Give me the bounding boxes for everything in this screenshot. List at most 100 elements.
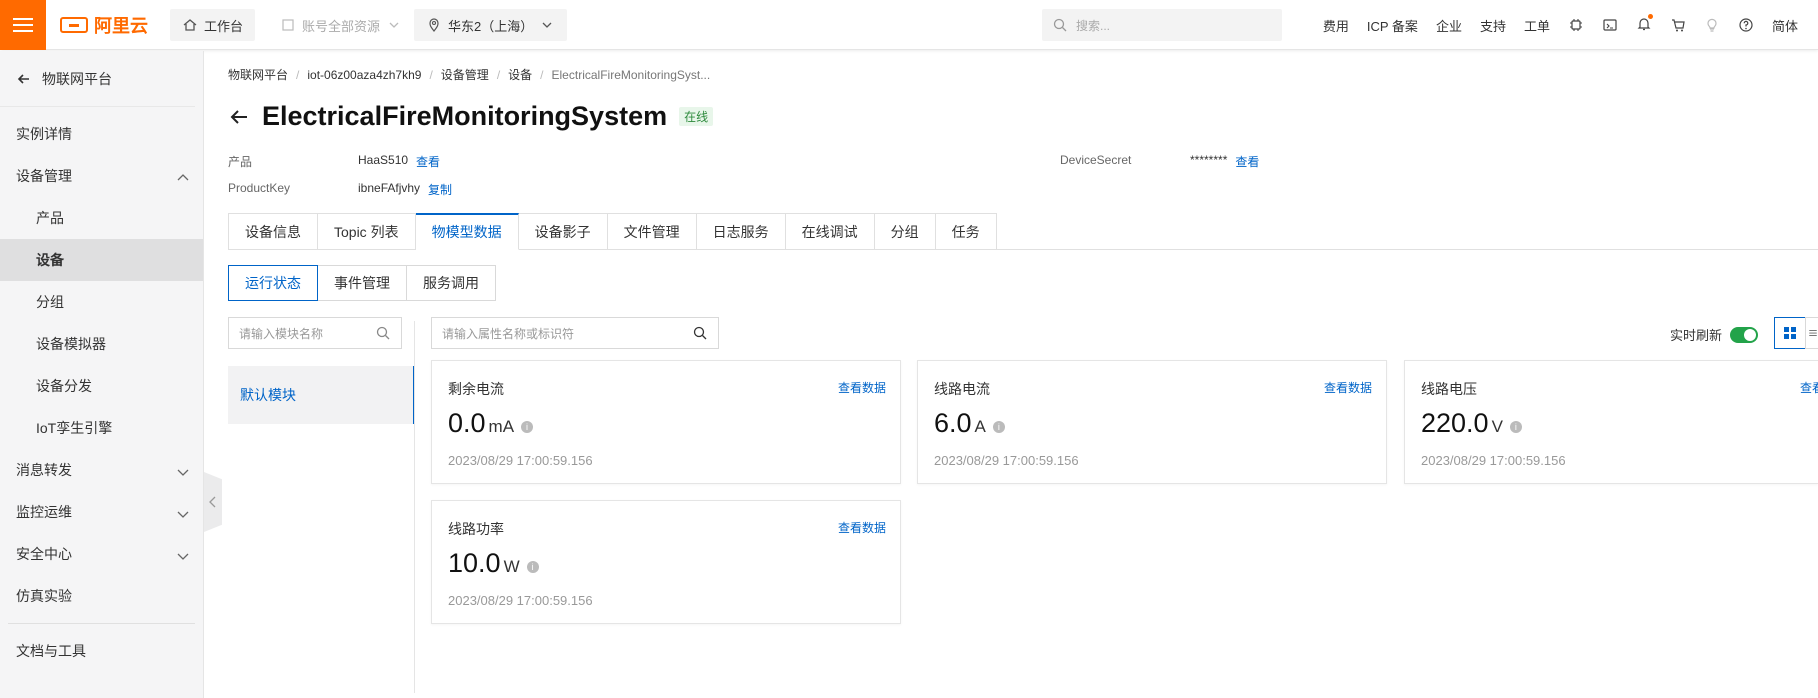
support-link[interactable]: 支持: [1480, 16, 1506, 35]
tab-group[interactable]: 分组: [874, 213, 936, 250]
sidebar-item-device-distribution[interactable]: 设备分发: [0, 365, 203, 407]
property-card: 线路电压 查看数据 220.0 V i 2023/08/29 17:00:59.…: [1404, 360, 1818, 484]
sidebar-item-group[interactable]: 分组: [0, 281, 203, 323]
ticket-link[interactable]: 工单: [1524, 16, 1550, 35]
card-value: 220.0 V i: [1421, 408, 1522, 439]
value-unit: V: [1491, 417, 1503, 436]
tab-thing-model-data[interactable]: 物模型数据: [415, 213, 519, 250]
value-number: 220.0: [1421, 408, 1489, 438]
sidebar-item-security-center[interactable]: 安全中心: [0, 533, 203, 575]
card-value: 0.0 mA i: [448, 408, 534, 439]
breadcrumb-item[interactable]: 设备: [508, 66, 532, 83]
tab-device-info[interactable]: 设备信息: [228, 213, 318, 250]
module-search-input[interactable]: 请输入模块名称: [228, 317, 402, 349]
sidebar-item-label: 安全中心: [16, 546, 72, 562]
realtime-refresh-toggle[interactable]: [1730, 326, 1759, 343]
sidebar-collapse-handle[interactable]: [204, 472, 222, 532]
title-row: ElectricalFireMonitoringSystem 在线: [228, 101, 714, 132]
view-product-link[interactable]: 查看: [416, 153, 440, 170]
chevron-down-icon: [177, 511, 189, 518]
menu-icon[interactable]: [0, 0, 46, 50]
subtab-service-call[interactable]: 服务调用: [406, 265, 496, 301]
module-item-label: 默认模块: [240, 387, 296, 403]
realtime-refresh-label: 实时刷新: [1670, 328, 1723, 343]
breadcrumb-item[interactable]: 设备管理: [441, 66, 489, 83]
lightbulb-icon[interactable]: [1704, 17, 1720, 33]
card-timestamp: 2023/08/29 17:00:59.156: [1421, 453, 1566, 468]
module-divider: [414, 321, 415, 693]
notification-button[interactable]: [1636, 13, 1653, 35]
icp-link[interactable]: ICP 备案: [1367, 16, 1418, 35]
sidebar-item-docs-tools[interactable]: 文档与工具: [0, 630, 203, 672]
breadcrumb-item[interactable]: iot-06z00aza4zh7kh9: [307, 68, 421, 82]
breadcrumb: 物联网平台 / iot-06z00aza4zh7kh9/ 设备管理 / 设备 / El…: [228, 66, 711, 83]
info-icon[interactable]: i: [1509, 421, 1522, 433]
module-item-default[interactable]: 默认模块: [228, 366, 415, 424]
card-value: 6.0 A i: [934, 408, 1005, 439]
main-content: 物联网平台 / iot-06z00aza4zh7kh9/ 设备管理 / 设备 / El…: [228, 51, 1818, 698]
subtab-event-management[interactable]: 事件管理: [317, 265, 407, 301]
info-icon[interactable]: i: [992, 421, 1005, 433]
terminal-icon[interactable]: [1602, 17, 1618, 33]
sidebar-item-label: 仿真实验: [16, 588, 72, 604]
sidebar-item-monitoring[interactable]: 监控运维: [0, 491, 203, 533]
copy-productkey-link[interactable]: 复制: [428, 181, 452, 198]
logo[interactable]: 阿里云: [60, 13, 148, 37]
card-timestamp: 2023/08/29 17:00:59.156: [934, 453, 1079, 468]
sidebar-item-label: 产品: [36, 210, 64, 226]
sidebar-item-message-forwarding[interactable]: 消息转发: [0, 449, 203, 491]
grid-icon: [1784, 327, 1796, 339]
tab-task[interactable]: 任务: [935, 213, 997, 250]
sidebar-item-product[interactable]: 产品: [0, 197, 203, 239]
help-icon[interactable]: [1738, 17, 1754, 33]
sidebar-item-label: 设备分发: [36, 378, 92, 394]
billing-link[interactable]: 费用: [1323, 16, 1349, 35]
property-search-input[interactable]: 请输入属性名称或标识符: [431, 317, 719, 349]
card-title: 剩余电流: [448, 381, 504, 397]
back-arrow-icon[interactable]: [228, 106, 250, 128]
value-number: 0.0: [448, 408, 486, 438]
card-timestamp: 2023/08/29 17:00:59.156: [448, 453, 593, 468]
info-icon[interactable]: i: [521, 421, 534, 433]
status-badge: 在线: [679, 107, 714, 126]
sidebar-item-device-simulator[interactable]: 设备模拟器: [0, 323, 203, 365]
enterprise-link[interactable]: 企业: [1436, 16, 1462, 35]
region-select[interactable]: 华东2（上海）: [414, 9, 568, 41]
chip-icon[interactable]: [1568, 17, 1584, 33]
workbench-label: 工作台: [204, 18, 244, 34]
sidebar-item-instance-detail[interactable]: 实例详情: [0, 113, 203, 155]
sidebar-item-simulation-lab[interactable]: 仿真实验: [0, 575, 203, 617]
sidebar-item-device[interactable]: 设备: [0, 239, 203, 281]
account-scope-select[interactable]: 账号全部资源: [268, 9, 415, 41]
view-data-link[interactable]: 查看数据: [838, 519, 886, 536]
back-to-iot-platform[interactable]: 物联网平台: [0, 51, 195, 107]
tab-file-management[interactable]: 文件管理: [607, 213, 697, 250]
tab-topic-list[interactable]: Topic 列表: [318, 213, 416, 250]
tab-online-debug[interactable]: 在线调试: [785, 213, 875, 250]
cart-icon[interactable]: [1670, 17, 1686, 33]
subtab-running-status[interactable]: 运行状态: [228, 265, 318, 301]
language-switch[interactable]: 简体: [1772, 16, 1798, 35]
sidebar-item-label: 设备: [36, 252, 64, 268]
tab-log-service[interactable]: 日志服务: [696, 213, 786, 250]
sidebar-item-iot-twin-engine[interactable]: IoT孪生引擎: [0, 407, 203, 449]
tab-device-shadow[interactable]: 设备影子: [518, 213, 608, 250]
view-data-link[interactable]: 查看数据: [838, 379, 886, 396]
sidebar-item-label: 文档与工具: [16, 643, 86, 659]
value-unit: mA: [488, 417, 515, 436]
breadcrumb-item[interactable]: 物联网平台: [228, 66, 288, 83]
sidebar-item-device-management[interactable]: 设备管理: [0, 155, 203, 197]
global-search-input[interactable]: 搜索...: [1042, 9, 1282, 41]
grid-view-button[interactable]: [1774, 317, 1806, 349]
devicesecret-label: DeviceSecret: [1060, 153, 1132, 167]
view-data-link[interactable]: 查看数据: [1800, 379, 1818, 396]
view-secret-link[interactable]: 查看: [1235, 153, 1259, 170]
workbench-button[interactable]: 工作台: [170, 9, 256, 41]
card-timestamp: 2023/08/29 17:00:59.156: [448, 593, 593, 608]
search-placeholder: 搜索...: [1076, 18, 1111, 33]
list-view-button[interactable]: [1805, 317, 1818, 349]
chevron-left-icon: [209, 496, 216, 508]
sidebar-divider: [8, 623, 195, 624]
info-icon[interactable]: i: [526, 561, 539, 573]
view-data-link[interactable]: 查看数据: [1324, 379, 1372, 396]
